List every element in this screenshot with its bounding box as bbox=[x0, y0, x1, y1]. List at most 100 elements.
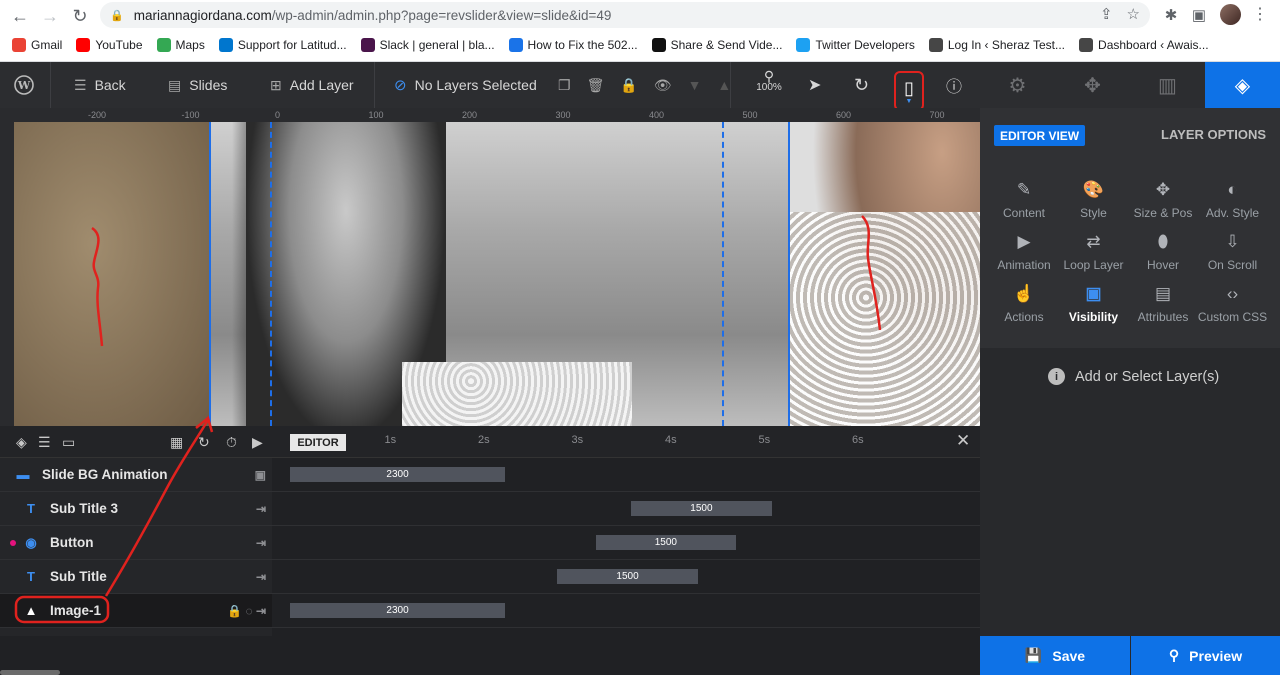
add-layer-button[interactable]: ⊞ Add Layer bbox=[270, 62, 354, 108]
profile-avatar[interactable] bbox=[1220, 4, 1241, 25]
trash-icon[interactable]: 🗑 bbox=[587, 77, 605, 94]
option-custom-css[interactable]: ‹› Custom CSS bbox=[1197, 284, 1269, 324]
timeline-track: 1500 bbox=[272, 526, 980, 560]
option-content[interactable]: ✎ Content bbox=[988, 180, 1060, 220]
bookmark-label: YouTube bbox=[95, 38, 143, 52]
option-attributes[interactable]: ▤ Attributes bbox=[1127, 284, 1199, 324]
layer-actions: ❐ 🗑 🔒 👁 ▼ ▲ bbox=[558, 62, 731, 108]
save-button[interactable]: 💾 Save bbox=[980, 636, 1130, 675]
timeline-track: 1500 bbox=[272, 492, 980, 526]
bookmark-item[interactable]: Share & Send Vide... bbox=[651, 38, 782, 52]
reload-icon[interactable]: ↻ bbox=[68, 4, 92, 28]
url-path: /wp-admin/admin.php?page=revslider&view=… bbox=[271, 7, 612, 23]
timeline-track: 1500 bbox=[272, 560, 980, 594]
bookmark-item[interactable]: Slack | general | bla... bbox=[360, 38, 495, 52]
option-label: Visibility bbox=[1068, 310, 1119, 324]
grid-icon[interactable]: ▦ bbox=[170, 434, 183, 451]
option-label: Style bbox=[1080, 206, 1107, 220]
cursor-icon[interactable]: ➤ bbox=[808, 62, 821, 108]
layer-row[interactable]: ▬ Slide BG Animation ▣ bbox=[0, 458, 272, 492]
extensions-icon[interactable]: ✱ bbox=[1160, 4, 1182, 26]
contrast-icon: ◐ bbox=[1227, 180, 1238, 199]
refresh-icon[interactable]: ↻ bbox=[198, 434, 210, 451]
slides-button[interactable]: ▤ Slides bbox=[168, 62, 227, 108]
duplicate-icon[interactable]: ❐ bbox=[558, 77, 571, 94]
back-button[interactable]: ☰ Back bbox=[74, 62, 126, 108]
media-icon[interactable]: ▣ bbox=[255, 468, 266, 482]
bookmark-item[interactable]: YouTube bbox=[76, 38, 143, 52]
option-label: On Scroll bbox=[1207, 258, 1258, 272]
browser-chrome: ← → ↻ 🔒 mariannagiordana.com/wp-admin/ad… bbox=[0, 0, 1280, 62]
timeline-bar[interactable]: 1500 bbox=[595, 535, 736, 550]
undo-icon[interactable]: ↻ bbox=[854, 62, 869, 108]
magnifier-icon: ⚲ bbox=[763, 68, 775, 84]
youtube-icon bbox=[76, 38, 91, 52]
browser-menu-icon[interactable]: ⋮ bbox=[1252, 4, 1268, 24]
option-loop-layer[interactable]: ⇄ Loop Layer bbox=[1058, 232, 1130, 272]
layers-icon[interactable]: ◈ bbox=[16, 434, 27, 451]
layer-row[interactable]: T Sub Title ⇥ bbox=[0, 560, 272, 594]
lock-icon[interactable]: 🔒 bbox=[620, 77, 637, 94]
navigation-tab-gamepad-icon[interactable]: ✥ bbox=[1055, 62, 1130, 108]
option-adv-style[interactable]: ◐ Adv. Style bbox=[1197, 180, 1269, 220]
layer-selector[interactable]: ⊘ No Layers Selected bbox=[394, 62, 537, 108]
layer-row[interactable]: T Sub Title 3 ⇥ bbox=[0, 492, 272, 526]
preview-button[interactable]: ⚲ Preview bbox=[1131, 636, 1280, 675]
play-icon[interactable]: ▶ bbox=[252, 434, 263, 451]
text-icon: T bbox=[27, 569, 35, 584]
option-actions[interactable]: ☝ Actions bbox=[988, 284, 1060, 324]
layer-row[interactable]: ◉ Button ⇥ bbox=[0, 526, 272, 560]
bookmark-item[interactable]: Dashboard ‹ Awais... bbox=[1079, 38, 1209, 52]
option-on-scroll[interactable]: ⇩ On Scroll bbox=[1197, 232, 1269, 272]
settings-tab-gear-icon[interactable]: ⚙ bbox=[980, 62, 1055, 108]
no-entry-icon: ⊘ bbox=[394, 77, 407, 94]
timeline-editor-label[interactable]: EDITOR bbox=[290, 434, 346, 451]
layer-options-label[interactable]: LAYER OPTIONS bbox=[1161, 127, 1266, 142]
url-host: mariannagiordana.com bbox=[133, 7, 272, 23]
sidepanel-icon[interactable]: ▣ bbox=[1188, 4, 1210, 26]
zoom-control[interactable]: ⚲ 100% bbox=[750, 68, 788, 94]
layer-row[interactable]: ▲ Image-1 🔒 ◌ ⇥ bbox=[0, 594, 272, 628]
forward-arrow-icon[interactable]: → bbox=[38, 4, 62, 28]
horizontal-scrollbar[interactable] bbox=[0, 670, 60, 675]
back-arrow-icon[interactable]: ← bbox=[8, 4, 32, 28]
help-icon[interactable]: ⓘ bbox=[946, 62, 962, 108]
align-right-icon[interactable]: 🔒 ◌ ⇥ bbox=[227, 604, 266, 618]
timer-icon[interactable]: ⏱ bbox=[226, 434, 237, 451]
close-icon[interactable]: ✕ bbox=[956, 431, 970, 451]
wordpress-icon[interactable]: W bbox=[12, 62, 36, 108]
layers-tab-layers-icon[interactable]: ◈ bbox=[1205, 62, 1280, 108]
timeline-bar[interactable]: 1500 bbox=[631, 501, 772, 516]
option-size-pos[interactable]: ✥ Size & Pos bbox=[1127, 180, 1199, 220]
timeline-bar[interactable]: 2300 bbox=[290, 603, 506, 618]
bookmark-item[interactable]: Log In ‹ Sheraz Test... bbox=[928, 38, 1065, 52]
bookmark-item[interactable]: How to Fix the 502... bbox=[508, 38, 638, 52]
bookmark-item[interactable]: Gmail bbox=[12, 38, 62, 52]
align-right-icon[interactable]: ⇥ bbox=[256, 570, 266, 584]
eye-icon[interactable]: 👁 bbox=[654, 77, 672, 94]
bookmark-star-icon[interactable]: ☆ bbox=[1127, 5, 1140, 23]
share-icon[interactable]: ⇪ bbox=[1100, 5, 1113, 23]
bookmark-item[interactable]: Twitter Developers bbox=[796, 38, 915, 52]
option-hover[interactable]: ⬮ Hover bbox=[1127, 232, 1199, 272]
timeline-second-label: 1s bbox=[384, 434, 397, 446]
editor-view-button[interactable]: EDITOR VIEW bbox=[994, 125, 1086, 146]
option-style[interactable]: 🎨 Style bbox=[1058, 180, 1130, 220]
status-dot bbox=[10, 539, 16, 546]
option-visibility[interactable]: ▣ Visibility bbox=[1058, 284, 1130, 324]
bookmark-item[interactable]: Maps bbox=[156, 38, 205, 52]
align-right-icon[interactable]: ⇥ bbox=[256, 502, 266, 516]
slide-canvas[interactable] bbox=[14, 122, 980, 426]
media-tab-library-icon[interactable]: ▥ bbox=[1130, 62, 1205, 108]
device-mobile-button[interactable]: ▯ ▼ bbox=[894, 71, 924, 111]
address-bar[interactable]: 🔒 mariannagiordana.com/wp-admin/admin.ph… bbox=[100, 2, 1150, 28]
list-icon[interactable]: ☰ bbox=[38, 434, 51, 451]
bookmark-label: How to Fix the 502... bbox=[527, 38, 638, 52]
align-right-icon[interactable]: ⇥ bbox=[256, 536, 266, 550]
arrow-down-icon[interactable]: ▼ bbox=[688, 77, 702, 93]
bookmark-item[interactable]: Support for Latitud... bbox=[218, 38, 347, 52]
timeline-bar[interactable]: 1500 bbox=[557, 569, 698, 584]
timeline-bar[interactable]: 2300 bbox=[290, 467, 506, 482]
folder-icon[interactable]: ▭ bbox=[62, 434, 75, 451]
option-animation[interactable]: ▶ Animation bbox=[988, 232, 1060, 272]
